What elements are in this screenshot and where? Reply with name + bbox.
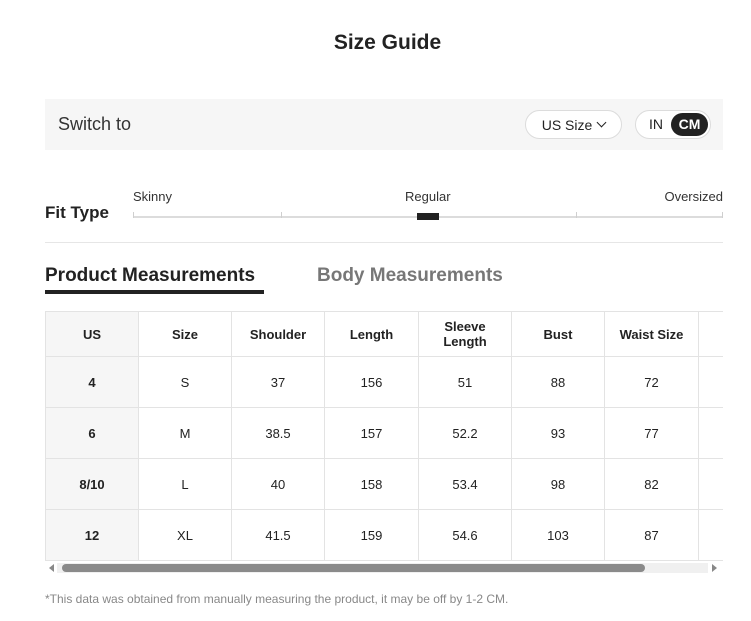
table-cell: 93	[511, 407, 605, 459]
column-header: Waist Size	[604, 311, 699, 357]
table-cell: 156	[324, 356, 419, 408]
unit-toggle[interactable]: IN CM	[635, 110, 711, 139]
fit-scale-tick	[133, 212, 134, 218]
fit-type-label: Fit Type	[45, 203, 109, 222]
table-cell: 87	[604, 509, 699, 561]
fit-scale-tick	[281, 212, 282, 218]
size-system-value: US Size	[541, 116, 593, 133]
table-cell: 40	[231, 458, 325, 510]
scrollbar-thumb[interactable]	[62, 564, 645, 572]
table-cell: 12	[45, 509, 139, 561]
page-title: Size Guide	[333, 31, 442, 54]
table-cell: 159	[324, 509, 419, 561]
table-cell: XL	[138, 509, 232, 561]
table-cell: 54.6	[418, 509, 512, 561]
table-row: 6 M 38.5 157 52.2 93 77	[45, 407, 723, 459]
table-cell: 72	[604, 356, 699, 408]
scroll-left-arrow-icon[interactable]	[49, 564, 54, 572]
column-header: Bust	[511, 311, 605, 357]
table-cell: 157	[324, 407, 419, 459]
table-cell	[698, 407, 723, 459]
fit-option-oversized: Oversized	[664, 189, 723, 204]
table-cell: 77	[604, 407, 699, 459]
active-tab-underline	[45, 290, 264, 294]
unit-in-option[interactable]: IN	[644, 112, 668, 137]
table-cell: 88	[511, 356, 605, 408]
fit-option-skinny: Skinny	[133, 189, 173, 204]
table-cell: 53.4	[418, 458, 512, 510]
table-cell: 4	[45, 356, 139, 408]
size-system-dropdown[interactable]: US Size	[525, 110, 622, 139]
table-cell: M	[138, 407, 232, 459]
tab-body-measurements[interactable]: Body Measurements	[317, 265, 503, 287]
table-cell: 37	[231, 356, 325, 408]
column-header: Shoulder	[231, 311, 325, 357]
table-cell: 41.5	[231, 509, 325, 561]
table-cell: L	[138, 458, 232, 510]
column-header: Size	[138, 311, 232, 357]
unit-cm-option[interactable]: CM	[671, 113, 708, 136]
disclaimer-note: *This data was obtained from manually me…	[45, 592, 509, 606]
table-row: 8/10 L 40 158 53.4 98 82	[45, 458, 723, 510]
column-header: Length	[324, 311, 419, 357]
chevron-down-icon	[596, 117, 607, 128]
sleeve-length-header: Sleeve Length	[443, 319, 487, 349]
fit-option-regular: Regular	[405, 189, 451, 204]
table-cell: 8/10	[45, 458, 139, 510]
table-row: 12 XL 41.5 159 54.6 103 87	[45, 509, 723, 561]
table-cell	[698, 458, 723, 510]
switch-bar: Switch to US Size IN CM	[45, 99, 723, 150]
table-cell: 52.2	[418, 407, 512, 459]
table-cell: 6	[45, 407, 139, 459]
fit-scale-marker	[417, 213, 439, 220]
size-table: US Size Shoulder Length Sleeve Length Bu…	[45, 311, 723, 561]
scroll-right-arrow-icon[interactable]	[712, 564, 717, 572]
table-cell	[698, 356, 723, 408]
column-header: Sleeve Length	[418, 311, 512, 357]
table-cell: 82	[604, 458, 699, 510]
column-header	[698, 311, 723, 357]
table-cell: S	[138, 356, 232, 408]
table-cell: 98	[511, 458, 605, 510]
table-header-row: US Size Shoulder Length Sleeve Length Bu…	[45, 311, 723, 357]
table-cell: 158	[324, 458, 419, 510]
table-cell: 38.5	[231, 407, 325, 459]
tab-product-measurements[interactable]: Product Measurements	[45, 265, 255, 287]
table-cell: 103	[511, 509, 605, 561]
divider	[45, 242, 723, 243]
fit-scale-tick	[576, 212, 577, 218]
table-row: 4 S 37 156 51 88 72	[45, 356, 723, 408]
table-cell: 51	[418, 356, 512, 408]
table-cell	[698, 509, 723, 561]
fit-scale-tick	[722, 212, 723, 218]
switch-label: Switch to	[58, 114, 132, 134]
size-table-container[interactable]: US Size Shoulder Length Sleeve Length Bu…	[45, 311, 723, 562]
column-header: US	[45, 311, 139, 357]
